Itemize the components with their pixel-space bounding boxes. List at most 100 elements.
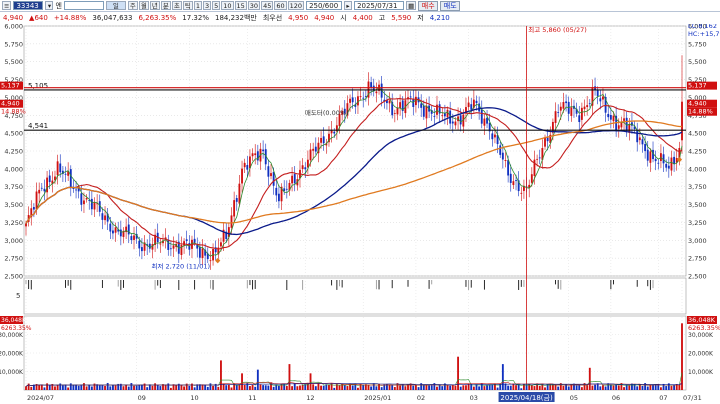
volume-bar: [114, 385, 117, 390]
volume-bar: [249, 386, 251, 390]
candle-body: [72, 188, 75, 189]
stock-name-input[interactable]: [63, 1, 104, 10]
candle-body: [209, 260, 212, 262]
volume-bar: [241, 373, 243, 390]
y-tick-label: 3,500: [4, 201, 23, 209]
stock-chart[interactable]: 6,000 6,0005,750 5,7505,500 5,5005,250 5,250…: [0, 24, 720, 404]
volume-bar: [407, 384, 409, 390]
volume-bar: [673, 385, 676, 390]
candle-body: [314, 146, 317, 152]
period-tab-0[interactable]: 주: [127, 1, 138, 10]
date-cursor-label: 2025/04/18(금): [500, 394, 553, 402]
candle-body: [80, 193, 83, 205]
apply-button[interactable]: ▸: [344, 1, 353, 10]
candle-body: [441, 115, 444, 117]
volume-bar: [191, 383, 193, 390]
count-input[interactable]: 250/600: [306, 1, 343, 10]
volume-bar: [259, 384, 262, 390]
price-change: ▲640: [29, 14, 48, 22]
candle-body: [586, 105, 589, 107]
candle-body: [459, 115, 462, 125]
candle-body: [667, 165, 670, 169]
period-tab-12[interactable]: 45: [261, 1, 274, 10]
volume-bar: [599, 386, 602, 390]
volume-bar: [591, 385, 594, 390]
period-tab-4[interactable]: 초: [171, 1, 182, 10]
candle-body: [538, 157, 541, 159]
period-tab-11[interactable]: 30: [247, 1, 261, 10]
right-label: 5,137: [688, 82, 707, 90]
x-tick-label: 09: [138, 394, 146, 402]
candle-body: [133, 235, 135, 240]
volume-bar: [430, 385, 433, 390]
candle-body: [293, 173, 296, 184]
volume-bar: [30, 386, 33, 390]
period-tab-10[interactable]: 15: [234, 1, 247, 10]
candle-body: [138, 240, 141, 249]
candle-body: [114, 227, 117, 233]
candle-body: [349, 98, 351, 103]
calendar-icon[interactable]: ▦: [406, 1, 417, 10]
volume-bar: [375, 386, 378, 390]
candle-body: [243, 162, 246, 168]
volume-bar: [609, 384, 612, 390]
period-select[interactable]: 일: [105, 1, 126, 10]
volume-bar: [422, 384, 425, 390]
candle-body: [220, 242, 222, 247]
period-tab-5[interactable]: 틱: [182, 1, 193, 10]
period-tab-9[interactable]: 10: [221, 1, 234, 10]
candle-body: [40, 187, 43, 189]
volume-bar: [56, 384, 59, 390]
volume-bar: [125, 384, 128, 390]
volume-bar: [83, 383, 85, 390]
volume-bar: [183, 386, 185, 390]
volume-bar: [438, 385, 441, 390]
candle-body: [554, 111, 557, 123]
period-tab-1[interactable]: 월: [138, 1, 149, 10]
volume-bar: [204, 384, 207, 390]
period-tab-13[interactable]: 60: [274, 1, 287, 10]
volume-bar: [391, 384, 394, 390]
period-tab-6[interactable]: 1: [193, 1, 202, 10]
volume-bar: [272, 386, 275, 390]
volume-bar: [320, 385, 322, 390]
volume-bar: [296, 386, 299, 390]
candle-body: [536, 158, 539, 160]
candle-body: [32, 207, 35, 210]
quote-bar: 4,940 ▲640 +14.88% 36,047,633 6,263.35% …: [0, 12, 720, 24]
candle-body: [451, 121, 454, 124]
period-tab-14[interactable]: 120: [287, 1, 305, 10]
period-tab-2[interactable]: 년: [149, 1, 160, 10]
y-tick-label-right: 3,750: [688, 183, 707, 191]
volume-bar: [312, 384, 315, 390]
candle-body: [512, 181, 515, 186]
y-tick-label: 4,250: [4, 148, 23, 156]
volume-bar: [169, 387, 172, 390]
candle-body: [659, 153, 662, 161]
period-tab-7[interactable]: 3: [202, 1, 212, 10]
candle-body: [654, 158, 657, 162]
volume-bar: [399, 385, 402, 390]
period-tab-8[interactable]: 5: [212, 1, 221, 10]
period-tab-3[interactable]: 분: [160, 1, 171, 10]
candle-body: [270, 173, 272, 177]
candle-body: [38, 189, 41, 194]
buy-button[interactable]: 매수: [418, 0, 439, 11]
hline-label: 4,541: [28, 122, 48, 130]
volume-bar: [646, 386, 649, 390]
volume-bar: [212, 385, 214, 390]
stock-code-input[interactable]: 33343: [13, 1, 44, 10]
volume-bar: [167, 383, 170, 390]
search-icon[interactable]: ▾: [45, 1, 54, 10]
volume-pct: 6,263.35%: [138, 14, 177, 22]
sell-button[interactable]: 매도: [440, 0, 461, 11]
high-label: 고: [378, 14, 386, 22]
hline-label: 5,105: [28, 82, 48, 90]
volume-bar: [90, 386, 93, 390]
high-price: 5,590: [391, 14, 412, 22]
date-input[interactable]: 2025/07/31: [354, 1, 405, 10]
y-tick-label-right: 4,000: [688, 165, 707, 173]
menu-icon[interactable]: ≡: [2, 1, 12, 10]
low-price: 4,210: [429, 14, 450, 22]
volume-bar: [436, 386, 438, 390]
